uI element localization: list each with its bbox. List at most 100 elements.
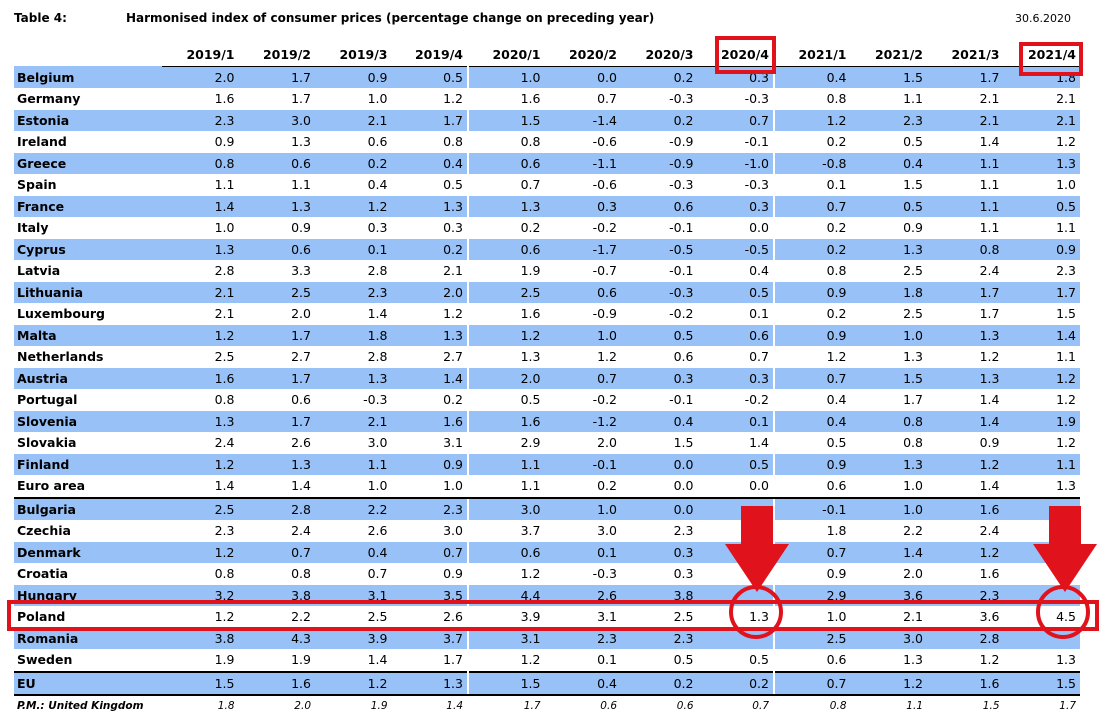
table-cell: 0.8 bbox=[443, 134, 463, 150]
table-cell: 2.0 bbox=[291, 306, 311, 322]
table-row: Finland 1.2 1.3 1.1 0.9 1.1 -0.1 0.0 0.5 0.9 1.3 1.… bbox=[14, 453, 1080, 475]
table-cell: 1.2 bbox=[979, 349, 1000, 365]
table-cell: 1.0 bbox=[544, 324, 621, 346]
table-cell: 0.4 bbox=[544, 670, 621, 696]
table-cell bbox=[1003, 541, 1080, 563]
table-cell: 0.3 bbox=[697, 195, 774, 217]
table-cell: 3.9 bbox=[315, 627, 392, 649]
table-cell: 2.3 bbox=[621, 627, 698, 649]
table-row: Czechia 2.3 2.4 2.6 3.0 3.7 3.0 2.3 1.8 2.2 2.4 bbox=[14, 520, 1080, 542]
table-cell: 0.3 bbox=[621, 367, 698, 389]
table-cell: 2.4 bbox=[291, 523, 311, 539]
table-cell: 2.6 bbox=[443, 609, 463, 625]
table-cell: 2.3 bbox=[162, 109, 239, 131]
table-cell: 1.0 bbox=[850, 324, 927, 346]
table-cell: 0.5 bbox=[749, 652, 769, 668]
row-label: Luxembourg bbox=[17, 306, 105, 322]
table-row: Austria 1.6 1.7 1.3 1.4 2.0 0.7 0.3 0.3 0.7 1.5 1.3… bbox=[14, 367, 1080, 389]
table-cell: 1.3 bbox=[1003, 475, 1080, 499]
table-cell: 0.0 bbox=[697, 475, 774, 499]
table-cell: 1.5 bbox=[467, 670, 545, 696]
table-cell: 0.3 bbox=[697, 66, 774, 88]
table-cell: 0.5 bbox=[903, 134, 923, 150]
row-label: Malta bbox=[14, 324, 162, 346]
table-cell: 0.7 bbox=[749, 349, 769, 365]
table-cell: 1.5 bbox=[982, 700, 1000, 712]
table-cell: 1.9 bbox=[1003, 410, 1080, 432]
table-cell: 0.4 bbox=[391, 152, 468, 174]
table-row: P.M.: United Kingdom 1.8 2.0 1.9 1.4 1.7 0.6 0.… bbox=[14, 695, 1080, 716]
column-header: 2019/1 bbox=[162, 44, 239, 67]
table-cell: 2.5 bbox=[238, 281, 315, 303]
table-cell: 0.3 bbox=[544, 195, 621, 217]
table-cell: 2.8 bbox=[367, 263, 388, 279]
table-cell: 1.3 bbox=[467, 195, 545, 217]
table-date: 30.6.2020 bbox=[1015, 12, 1071, 25]
table-cell: 2.2 bbox=[291, 609, 311, 625]
table-cell: -0.3 bbox=[592, 566, 617, 582]
table-cell: -0.2 bbox=[669, 306, 694, 322]
table-cell: -0.1 bbox=[669, 220, 694, 236]
table-cell: 2.5 bbox=[214, 349, 235, 365]
table-cell: 1.6 bbox=[979, 566, 1000, 582]
table-cell: 1.2 bbox=[162, 541, 239, 563]
table-cell: -0.5 bbox=[621, 238, 698, 260]
table-cell: 1.2 bbox=[850, 670, 927, 696]
table-cell: 0.2 bbox=[544, 475, 621, 499]
table-cell: 1.2 bbox=[214, 609, 235, 625]
row-label: Bulgaria bbox=[14, 497, 162, 520]
table-cell: 1.7 bbox=[238, 324, 315, 346]
table-cell: 1.7 bbox=[927, 66, 1004, 88]
table-title: Harmonised index of consumer prices (per… bbox=[126, 11, 655, 25]
table-cell: -0.8 bbox=[773, 152, 851, 174]
table-cell: 1.8 bbox=[773, 520, 851, 542]
table-cell: 2.5 bbox=[162, 497, 239, 520]
table-cell: 1.2 bbox=[467, 649, 545, 672]
table-cell bbox=[1003, 497, 1080, 520]
table-cell: 1.3 bbox=[291, 134, 311, 150]
table-cell: -0.5 bbox=[697, 238, 774, 260]
table-cell: -0.2 bbox=[592, 392, 617, 408]
table-cell: 0.5 bbox=[773, 432, 851, 454]
table-cell: 1.5 bbox=[467, 109, 545, 131]
row-label: Estonia bbox=[14, 109, 162, 131]
table-cell: 1.0 bbox=[544, 497, 621, 520]
table-cell: 1.6 bbox=[927, 497, 1004, 520]
table-cell: 0.5 bbox=[697, 281, 774, 303]
table-cell: 3.9 bbox=[467, 606, 545, 628]
table-cell: 1.3 bbox=[391, 195, 468, 217]
table-cell: -1.2 bbox=[544, 410, 621, 432]
table-cell bbox=[698, 563, 775, 585]
table-cell: 2.3 bbox=[1056, 263, 1076, 279]
table-cell: 0.6 bbox=[467, 541, 545, 563]
table-cell: 0.7 bbox=[697, 109, 774, 131]
table-cell: 3.2 bbox=[162, 584, 239, 606]
table-cell: 1.6 bbox=[391, 410, 468, 432]
table-cell: 3.7 bbox=[391, 627, 468, 649]
table-cell: 1.6 bbox=[927, 670, 1004, 696]
table-cell: 1.4 bbox=[1003, 324, 1080, 346]
table-cell: 1.2 bbox=[1056, 134, 1076, 150]
table-cell: 1.1 bbox=[1056, 220, 1076, 236]
table-cell: 0.8 bbox=[903, 435, 923, 451]
table-cell: 1.1 bbox=[979, 177, 1000, 193]
table-cell: 3.8 bbox=[621, 584, 698, 606]
table-cell: 2.3 bbox=[673, 523, 694, 539]
table-cell: 0.0 bbox=[749, 220, 769, 236]
table-cell: 0.4 bbox=[773, 389, 851, 411]
row-label: Sweden bbox=[17, 652, 73, 668]
table-row: Germany 1.6 1.7 1.0 1.2 1.6 0.7 -0.3 -0.3 0.8 1.1 2… bbox=[14, 88, 1080, 110]
column-header-row: 2019/1 2019/2 2019/3 2019/4 2020/1 2020/2 2020… bbox=[14, 44, 1080, 67]
table-cell: 2.0 bbox=[162, 66, 239, 88]
table-row: EU 1.5 1.6 1.2 1.3 1.5 0.4 0.2 0.2 0.7 1.2 1.6 1.5 bbox=[14, 670, 1080, 696]
table-cell: 0.3 bbox=[621, 541, 698, 563]
table-cell: 0.5 bbox=[443, 177, 463, 193]
table-cell: 2.1 bbox=[1056, 91, 1076, 107]
row-label: Denmark bbox=[14, 541, 162, 563]
table-cell: 0.1 bbox=[749, 306, 769, 322]
table-cell: 0.2 bbox=[773, 131, 851, 153]
column-header: 2021/3 bbox=[927, 44, 1004, 67]
row-label: Austria bbox=[14, 367, 162, 389]
row-label: Slovakia bbox=[17, 435, 77, 451]
table-cell: 0.9 bbox=[1003, 238, 1080, 260]
